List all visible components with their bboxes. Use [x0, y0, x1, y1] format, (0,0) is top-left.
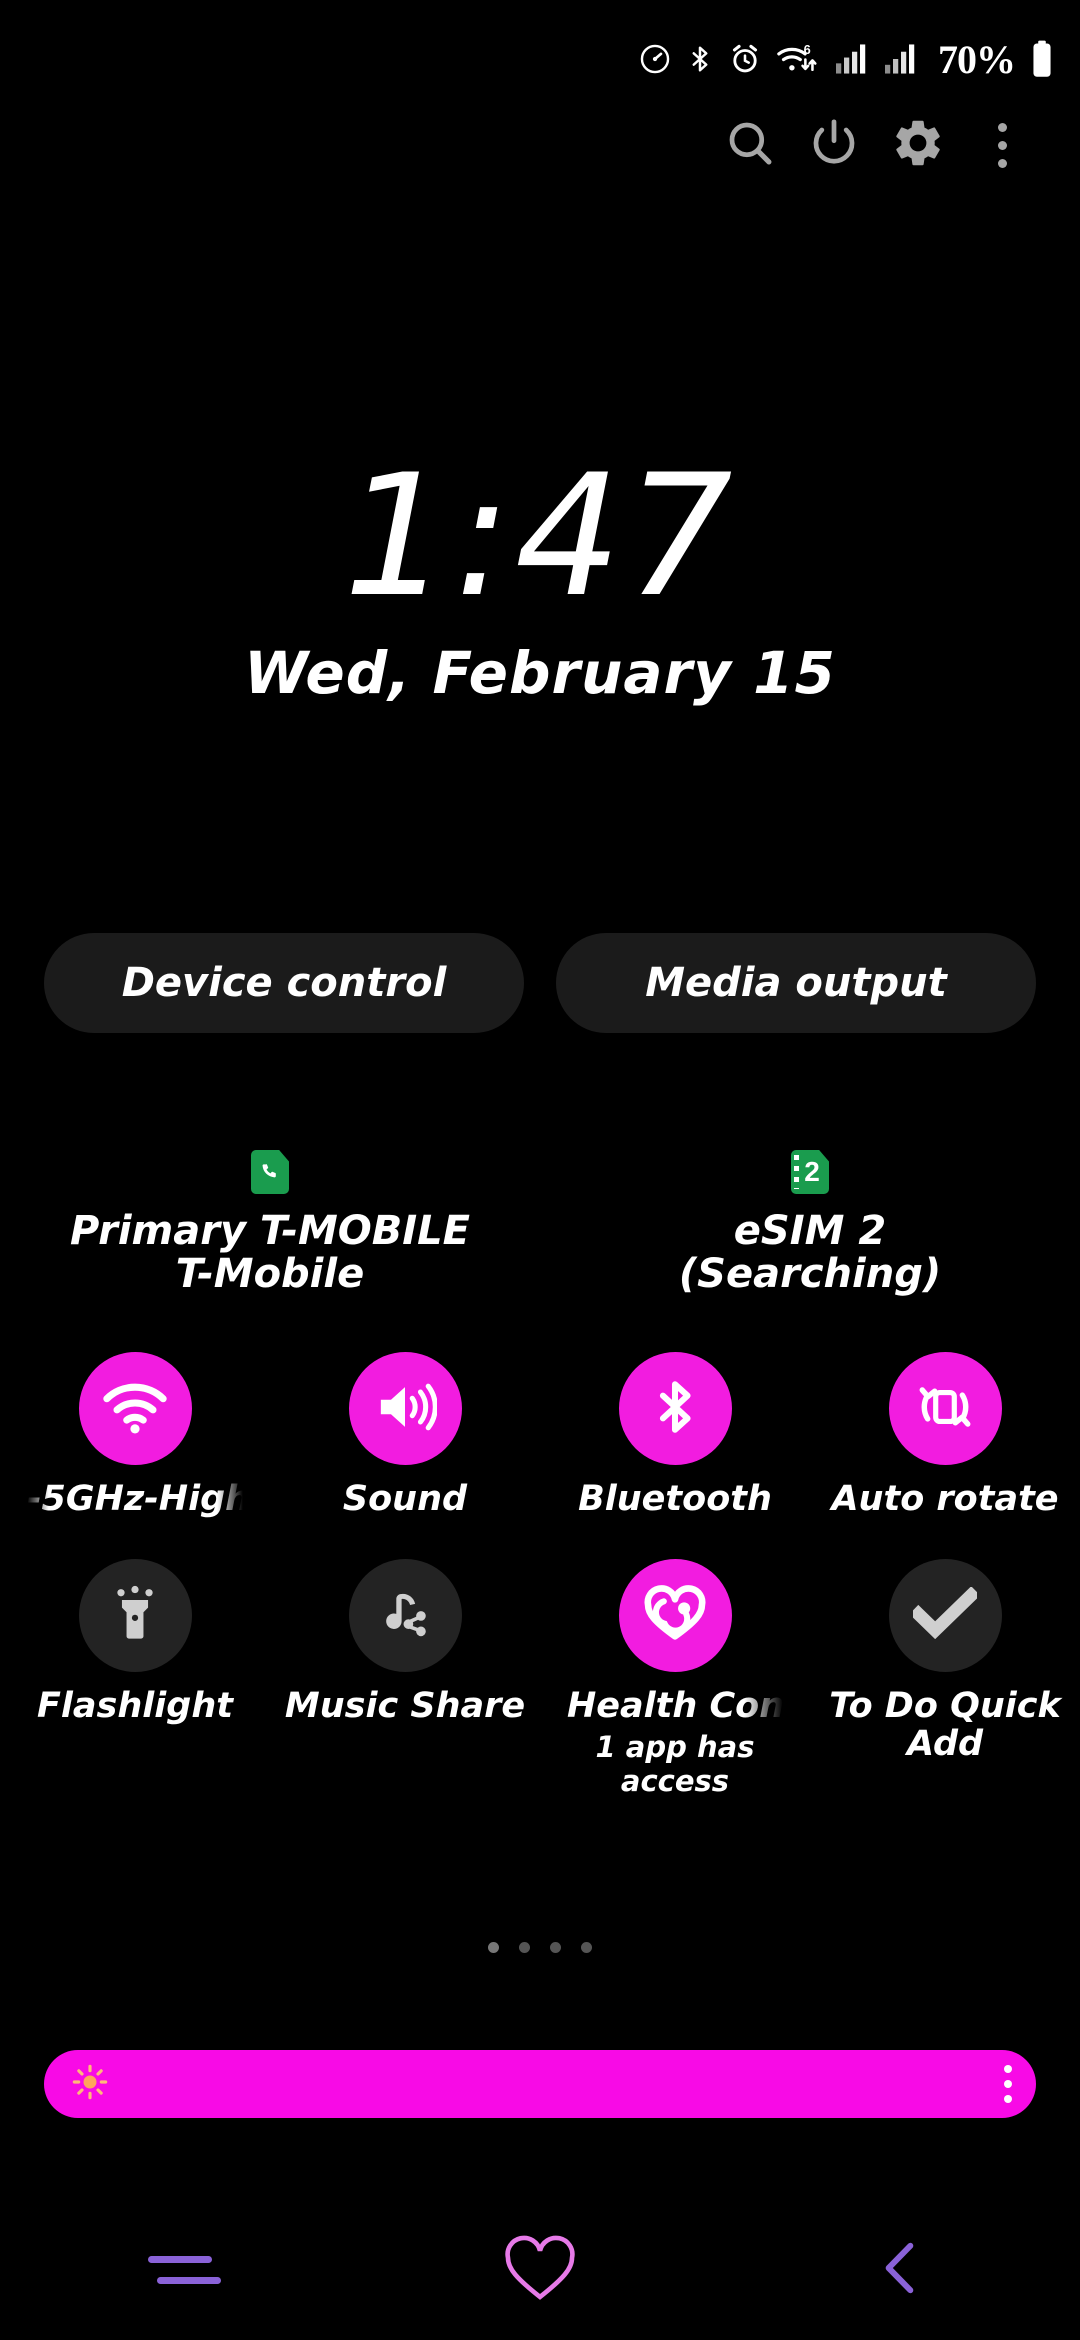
- gear-icon: [890, 115, 946, 175]
- sim-esim2-line2: (Searching): [678, 1251, 942, 1298]
- sim-badge: 2: [540, 1150, 1080, 1194]
- brightness-more-icon[interactable]: [1004, 2065, 1012, 2103]
- bluetooth-icon: [646, 1375, 704, 1443]
- checkmark-icon: [909, 1586, 981, 1643]
- tile-row-1: -5GHz-High Sound Bluetooth Auto rotate: [0, 1352, 1080, 1519]
- signal-2-icon: [883, 43, 919, 75]
- sim-primary-line2: T-Mobile: [175, 1251, 365, 1298]
- wifi-6-icon: 6: [775, 42, 821, 76]
- tile-label-health-connect: Health Connect: [567, 1687, 783, 1726]
- sim-2-number: 2: [804, 1156, 820, 1187]
- power-button[interactable]: [792, 106, 876, 184]
- tile-icon-bg: [888, 1558, 1002, 1672]
- recents-button[interactable]: [0, 2256, 360, 2284]
- tile-label-music-share: Music Share: [284, 1685, 526, 1726]
- auto-rotate-icon: [914, 1376, 976, 1442]
- navigation-bar: [0, 2200, 1080, 2340]
- sim-slot-esim2[interactable]: 2 eSIM 2 (Searching): [540, 1150, 1080, 1296]
- tile-label-flashlight: Flashlight: [37, 1685, 233, 1726]
- tile-health-connect[interactable]: Health Connect 1 app has access: [540, 1558, 810, 1798]
- tile-icon-bg: [348, 1558, 462, 1672]
- quick-settings-toolbar: [0, 106, 1080, 184]
- back-button[interactable]: [720, 2237, 1080, 2303]
- page-dot[interactable]: [550, 1942, 561, 1953]
- tile-row-2: Flashlight Music Share Health Con 1 app …: [0, 1558, 1080, 1798]
- brightness-slider[interactable]: [44, 2050, 1036, 2118]
- control-pill-row: Device control Media output: [44, 933, 1036, 1033]
- home-button[interactable]: [360, 2230, 720, 2310]
- tile-wifi[interactable]: -5GHz-High: [0, 1352, 270, 1519]
- wifi-generation-label: 6: [804, 42, 811, 57]
- sim-status-row: Primary T-MOBILE T-Mobile 2 eSIM 2 (Sear…: [0, 1150, 1080, 1296]
- tile-label-bluetooth: Bluetooth: [578, 1479, 772, 1519]
- back-icon: [873, 2237, 927, 2303]
- battery-percent-label: 70%: [938, 36, 1016, 82]
- sound-icon: [373, 1378, 438, 1440]
- tile-flashlight[interactable]: Flashlight: [0, 1558, 270, 1798]
- tile-label-todo-quick-add: To Do Quick Add: [829, 1685, 1061, 1764]
- sim-esim2-line1: eSIM 2: [733, 1208, 887, 1254]
- clock-date[interactable]: Wed, February 15: [0, 644, 1080, 702]
- recents-icon: [139, 2256, 221, 2284]
- tile-auto-rotate[interactable]: Auto rotate: [810, 1352, 1080, 1519]
- tile-bluetooth[interactable]: Bluetooth: [540, 1352, 810, 1519]
- tile-icon-bg: [888, 1352, 1002, 1465]
- sim-slot-primary[interactable]: Primary T-MOBILE T-Mobile: [0, 1150, 540, 1296]
- device-control-button[interactable]: Device control: [44, 933, 524, 1033]
- sim-primary-line1: Primary T-MOBILE: [70, 1208, 470, 1254]
- search-button[interactable]: [708, 106, 792, 184]
- music-share-icon: [376, 1584, 434, 1646]
- settings-button[interactable]: [876, 106, 960, 184]
- page-indicator[interactable]: [0, 1942, 1080, 1953]
- quick-settings-panel: 6 70% 1:47 Wed, February 15 Device contr…: [0, 0, 1080, 2340]
- tile-sublabel-health-connect: 1 app has access: [595, 1729, 755, 1798]
- tile-icon-bg: [348, 1352, 462, 1465]
- alarm-icon: [728, 42, 762, 76]
- tile-label-wifi: -5GHz-High: [27, 1481, 243, 1519]
- media-output-button[interactable]: Media output: [556, 933, 1036, 1033]
- call-sim-icon: [251, 1150, 289, 1194]
- clock-time[interactable]: 1:47: [0, 452, 1080, 620]
- home-heart-icon: [500, 2230, 580, 2310]
- more-options-icon: [997, 122, 1007, 168]
- battery-icon: [1030, 40, 1054, 78]
- tile-label-sound: Sound: [342, 1479, 468, 1519]
- tile-icon-bg: [78, 1558, 192, 1672]
- tile-todo-quick-add[interactable]: To Do Quick Add: [810, 1558, 1080, 1798]
- tile-label-auto-rotate: Auto rotate: [831, 1479, 1059, 1519]
- quick-tiles: -5GHz-High Sound Bluetooth Auto rotate F…: [0, 1352, 1080, 1798]
- search-icon: [723, 116, 777, 174]
- brightness-sun-icon: [70, 2062, 110, 2106]
- page-dot[interactable]: [488, 1942, 499, 1953]
- tile-icon-bg: [78, 1352, 192, 1465]
- wifi-icon: [101, 1379, 169, 1439]
- power-icon: [807, 116, 861, 174]
- sim-2-icon: 2: [791, 1150, 829, 1194]
- data-saver-icon: [638, 42, 672, 76]
- clock-area: 1:47 Wed, February 15: [0, 452, 1080, 702]
- bluetooth-icon: [685, 42, 715, 76]
- page-dot[interactable]: [519, 1942, 530, 1953]
- tile-sound[interactable]: Sound: [270, 1352, 540, 1519]
- health-connect-icon: [642, 1582, 708, 1648]
- tile-music-share[interactable]: Music Share: [270, 1558, 540, 1798]
- signal-1-icon: [834, 43, 870, 75]
- status-bar: 6 70%: [0, 0, 1080, 118]
- more-options-button[interactable]: [960, 106, 1044, 184]
- page-dot[interactable]: [581, 1942, 592, 1953]
- flashlight-icon: [108, 1584, 162, 1646]
- tile-icon-bg: [618, 1352, 732, 1465]
- sim-badge: [0, 1150, 540, 1194]
- tile-icon-bg: [618, 1558, 732, 1672]
